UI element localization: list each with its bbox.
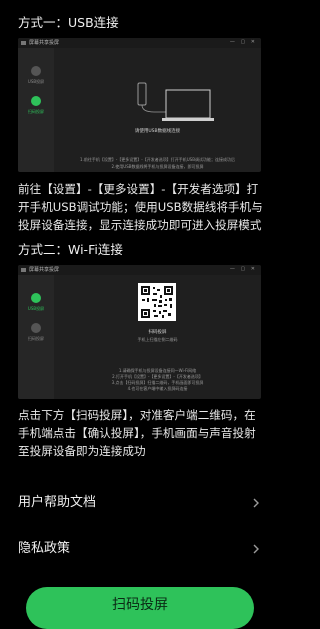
usb-app-screenshot: 屏幕共享投屏 — ▢ ✕ USB投屏 扫码投屏 请使用USB数据线连接 1.前往… <box>18 38 261 172</box>
app-logo-icon <box>21 41 26 45</box>
wifi-screenshot-subheading: 手机上扫描左侧二维码 <box>137 337 178 342</box>
usb-screenshot-hint-1: 1.前往手机【设置】-【更多设置】-【开发者选项】打开手机USB调试功能；连接成… <box>80 157 235 162</box>
scan-qr-cast-button[interactable]: 扫码投屏 <box>26 587 254 629</box>
sidebar-item-label: 扫码投屏 <box>28 336 44 341</box>
wifi-section-title: 方式二：Wi-Fi连接 <box>18 242 123 257</box>
window-controls: — ▢ ✕ <box>229 266 257 272</box>
chevron-right-icon <box>253 544 259 554</box>
app-logo-icon <box>21 268 26 272</box>
wifi-screenshot-heading: 扫码投屏 <box>148 330 167 335</box>
wifi-screenshot-hint-4: 4.也可在客户端中输入投屏码连接 <box>127 386 188 391</box>
screenshot-app-title: 屏幕共享投屏 <box>29 40 60 46</box>
usb-screenshot-hint-2: 2.使用USB数据线将手机与投屏设备连接，即可投屏 <box>111 164 204 169</box>
menu-item-label: 用户帮助文档 <box>18 495 97 510</box>
usb-section-title: 方式一：USB连接 <box>18 15 119 30</box>
screenshot-titlebar: 屏幕共享投屏 — ▢ ✕ <box>18 265 261 275</box>
chevron-right-icon <box>253 498 259 508</box>
menu-item-privacy-policy[interactable]: 隐私政策 <box>18 537 268 561</box>
window-controls: — ▢ ✕ <box>229 39 257 45</box>
screenshot-main: 扫码投屏 手机上扫描左侧二维码 1.请确保手机与投屏设备连接同一Wi-Fi网络 … <box>54 275 261 399</box>
sidebar-item-label: USB投屏 <box>27 79 45 84</box>
wifi-app-screenshot: 屏幕共享投屏 — ▢ ✕ USB投屏 扫码投屏 扫码投屏 手机上扫描左侧二维码 … <box>18 265 261 399</box>
screenshot-app-title: 屏幕共享投屏 <box>29 267 60 273</box>
usb-description: 前往【设置】-【更多设置】-【开发者选项】打开手机USB调试功能；使用USB数据… <box>18 182 263 232</box>
wifi-icon <box>31 66 41 76</box>
menu-item-user-help[interactable]: 用户帮助文档 <box>18 491 268 515</box>
screenshot-titlebar: 屏幕共享投屏 — ▢ ✕ <box>18 38 261 48</box>
usb-icon <box>31 323 41 333</box>
wifi-description: 点击下方【扫码投屏】，对准客户端二维码，在手机端点击【确认投屏】，手机画面与声音… <box>18 408 256 458</box>
usb-screenshot-heading: 请使用USB数据线连接 <box>134 129 181 134</box>
usb-active-icon <box>31 96 41 106</box>
sidebar-item-label: USB投屏 <box>27 306 45 311</box>
sidebar-item-label: 扫码投屏 <box>28 109 44 114</box>
screenshot-sidebar: USB投屏 扫码投屏 <box>18 48 54 172</box>
screenshot-main: 请使用USB数据线连接 1.前往手机【设置】-【更多设置】-【开发者选项】打开手… <box>54 48 261 172</box>
wifi-active-icon <box>31 293 41 303</box>
menu-item-label: 隐私政策 <box>18 541 71 556</box>
screenshot-sidebar: USB投屏 扫码投屏 <box>18 275 54 399</box>
phone-laptop-illustration <box>137 82 214 121</box>
